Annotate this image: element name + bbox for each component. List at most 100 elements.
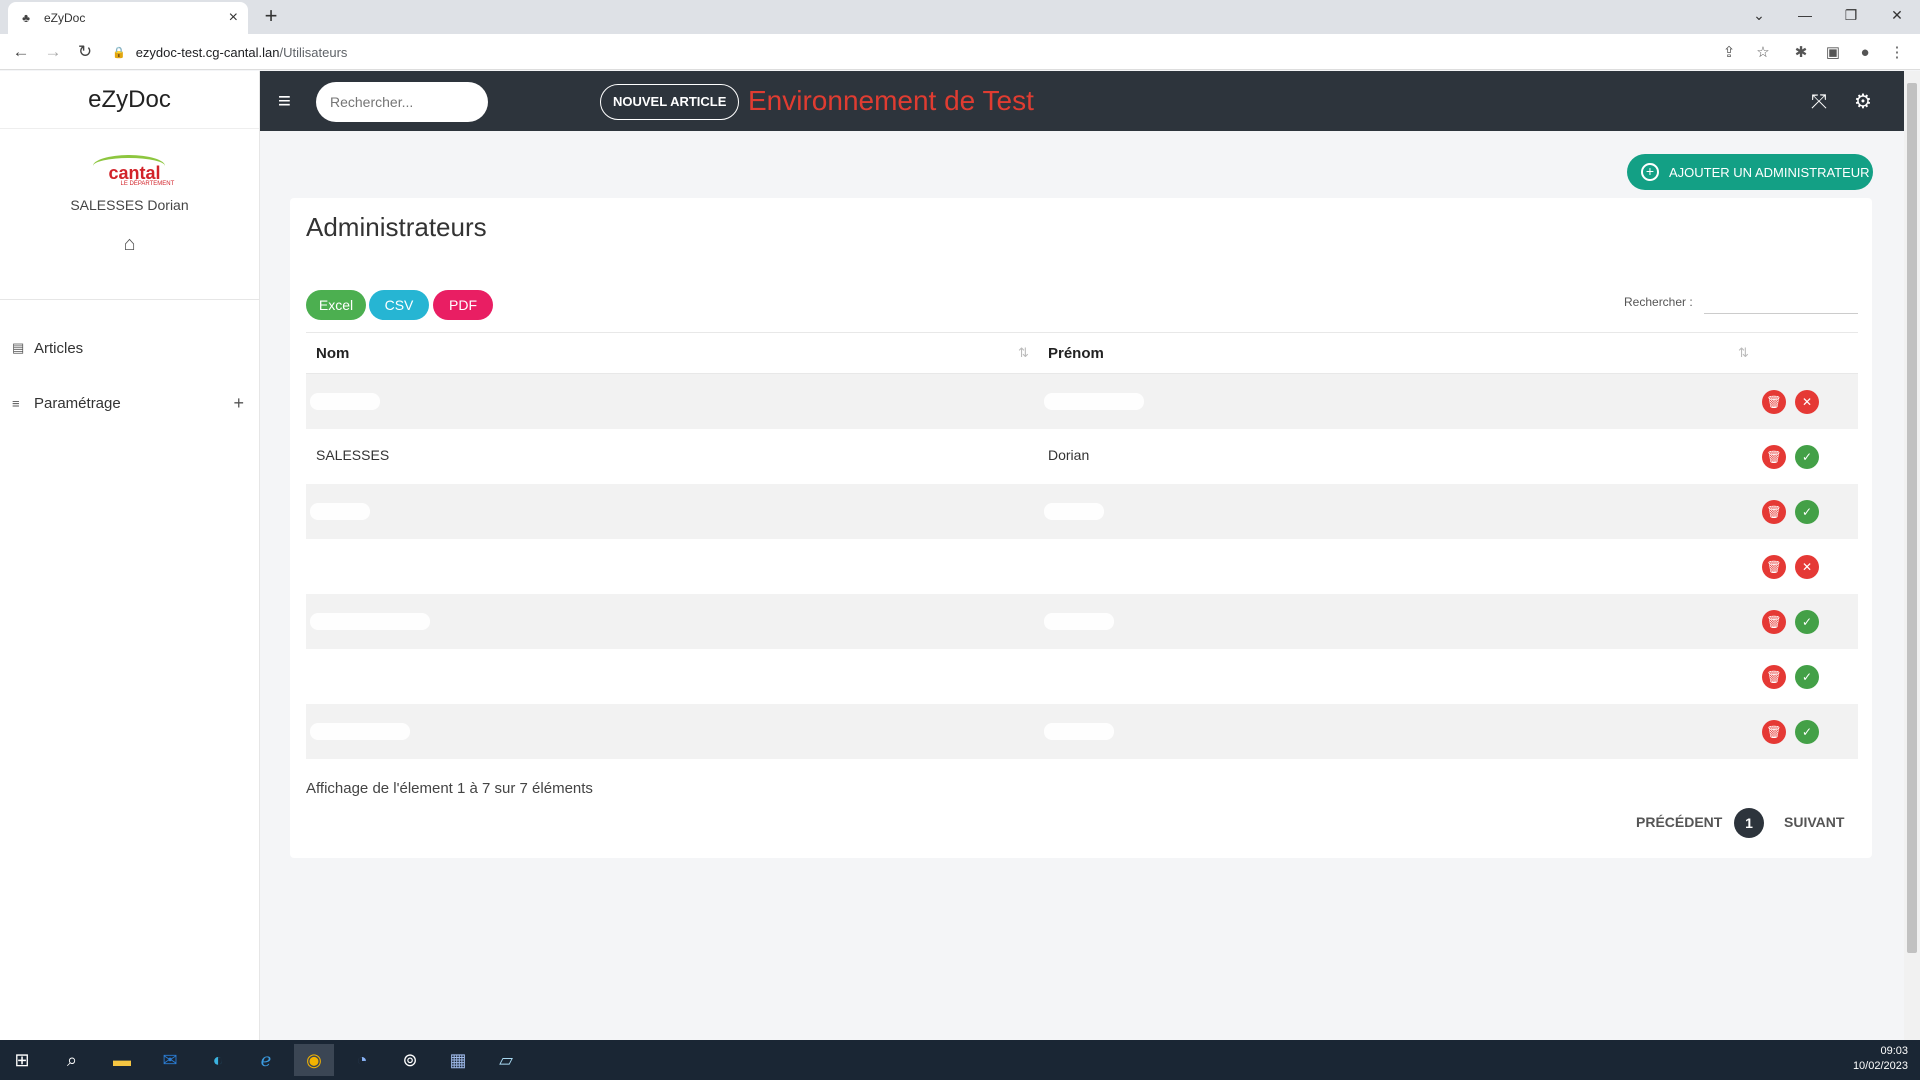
sidebar: eZyDoc cantal LE DÉPARTEMENT SALESSES Do…: [0, 71, 260, 1040]
keepass-lock-icon[interactable]: ⊚: [390, 1044, 430, 1076]
redacted-prenom: [1044, 723, 1114, 740]
plus-circle-icon: +: [1641, 163, 1659, 181]
forward-arrow-icon[interactable]: →: [40, 40, 66, 64]
close-window-button[interactable]: ✕: [1874, 0, 1920, 30]
clock-date: 10/02/2023: [1852, 1060, 1908, 1072]
tab-search-icon[interactable]: ⌄: [1736, 0, 1782, 30]
trash-icon[interactable]: 🗑: [1762, 390, 1786, 414]
cell-prenom: Dorian: [1048, 447, 1090, 463]
system-clock[interactable]: 09:03 10/02/2023: [1853, 1044, 1908, 1074]
windows-start-icon[interactable]: ⊞: [2, 1044, 42, 1076]
browser-tab[interactable]: ♣ eZyDoc ×: [8, 2, 248, 34]
url-field[interactable]: 🔒 ezydoc-test.cg-cantal.lan/Utilisateurs: [112, 39, 1772, 65]
sort-arrows-icon[interactable]: ⇅: [1738, 345, 1749, 361]
redacted-nom: [310, 668, 340, 685]
extensions-puzzle-icon[interactable]: ✱: [1790, 42, 1812, 64]
fullscreen-icon[interactable]: ⤧: [1806, 89, 1832, 115]
table-header: Nom ⇅ Prénom ⇅: [306, 332, 1858, 374]
app-brand[interactable]: eZyDoc: [0, 71, 259, 129]
table-search-input[interactable]: [1704, 286, 1858, 314]
check-circle-icon[interactable]: ✓: [1795, 610, 1819, 634]
environment-title: Environnement de Test: [748, 85, 1034, 116]
user-name: SALESSES Dorian: [70, 197, 189, 213]
chrome-icon[interactable]: ◉: [294, 1044, 334, 1076]
trash-icon[interactable]: 🗑: [1762, 720, 1786, 744]
column-header-nom[interactable]: Nom: [316, 345, 349, 362]
share-icon[interactable]: ⇪: [1718, 42, 1740, 64]
page-scrollbar[interactable]: [1904, 71, 1920, 1040]
edge-icon[interactable]: ◐: [198, 1044, 238, 1076]
reload-icon[interactable]: ↻: [72, 40, 98, 64]
redacted-prenom: [1044, 613, 1114, 630]
table-row: SALESSES Dorian 🗑 ✓: [306, 429, 1858, 484]
cross-circle-icon[interactable]: ✕: [1795, 390, 1819, 414]
cross-circle-icon[interactable]: ✕: [1795, 555, 1819, 579]
list-icon: ≡: [12, 395, 20, 411]
redacted-nom: [310, 393, 380, 410]
browser-menu-icon[interactable]: ⋮: [1886, 42, 1908, 64]
expand-plus-icon[interactable]: +: [233, 393, 244, 414]
pagination-next[interactable]: SUIVANT: [1784, 814, 1844, 830]
bookmark-star-icon[interactable]: ☆: [1752, 42, 1774, 64]
check-circle-icon[interactable]: ✓: [1795, 445, 1819, 469]
redacted-prenom: [1044, 503, 1104, 520]
export-pdf-button[interactable]: PDF: [433, 290, 493, 320]
table-info: Affichage de l'élement 1 à 7 sur 7 éléme…: [306, 780, 593, 797]
redacted-nom: [310, 613, 430, 630]
trash-icon[interactable]: 🗑: [1762, 500, 1786, 524]
internet-explorer-icon[interactable]: ℯ: [246, 1044, 286, 1076]
redacted-prenom: [1044, 668, 1104, 685]
trash-icon[interactable]: 🗑: [1762, 610, 1786, 634]
redacted-prenom: [1044, 558, 1064, 575]
page-title: Administrateurs: [306, 212, 487, 242]
sidebar-divider: [0, 299, 260, 300]
column-header-prenom[interactable]: Prénom: [1048, 345, 1104, 362]
gear-icon[interactable]: ⚙: [1850, 89, 1876, 115]
pagination-previous[interactable]: PRÉCÉDENT: [1636, 814, 1722, 830]
redacted-nom: [310, 503, 370, 520]
check-circle-icon[interactable]: ✓: [1795, 665, 1819, 689]
trash-icon[interactable]: 🗑: [1762, 555, 1786, 579]
back-arrow-icon[interactable]: ←: [8, 40, 34, 64]
side-panel-icon[interactable]: ▣: [1822, 42, 1844, 64]
close-tab-icon[interactable]: ×: [229, 9, 238, 27]
app-icon-2[interactable]: ▦: [438, 1044, 478, 1076]
clock-time: 09:03: [1880, 1045, 1908, 1057]
notepad-icon[interactable]: ▱: [486, 1044, 526, 1076]
export-csv-button[interactable]: CSV: [369, 290, 429, 320]
minimize-window-button[interactable]: —: [1782, 0, 1828, 30]
search-icon[interactable]: ⌕: [52, 1044, 92, 1076]
profile-avatar-icon[interactable]: ●: [1854, 42, 1876, 64]
check-circle-icon[interactable]: ✓: [1795, 720, 1819, 744]
app-icon-1[interactable]: ◔: [342, 1044, 382, 1076]
sidebar-item-parametrage[interactable]: ≡ Paramétrage +: [0, 383, 260, 423]
check-circle-icon[interactable]: ✓: [1795, 500, 1819, 524]
export-excel-button[interactable]: Excel: [306, 290, 366, 320]
file-explorer-icon[interactable]: ▬: [102, 1044, 142, 1076]
pagination-page-1[interactable]: 1: [1734, 808, 1764, 838]
table-row: 🗑 ✓: [306, 594, 1858, 649]
new-tab-button[interactable]: +: [258, 4, 284, 30]
logo-subtitle: LE DÉPARTEMENT: [120, 181, 175, 187]
add-administrator-label: AJOUTER UN ADMINISTRATEUR: [1669, 164, 1870, 180]
trash-icon[interactable]: 🗑: [1762, 665, 1786, 689]
sidebar-item-label: Paramétrage: [34, 394, 121, 412]
outlook-icon[interactable]: ✉: [150, 1044, 190, 1076]
restore-window-button[interactable]: ❐: [1828, 0, 1874, 30]
search-input[interactable]: [316, 82, 488, 122]
trash-icon[interactable]: 🗑: [1762, 445, 1786, 469]
table-row: 🗑 ✕: [306, 374, 1858, 429]
browser-address-bar: ← → ↻ 🔒 ezydoc-test.cg-cantal.lan/Utilis…: [0, 34, 1920, 70]
hamburger-menu-icon[interactable]: ≡: [278, 87, 300, 115]
scrollbar-thumb[interactable]: [1907, 83, 1917, 953]
tab-title: eZyDoc: [44, 11, 86, 25]
redacted-nom: [310, 723, 410, 740]
sidebar-item-label: Articles: [34, 339, 84, 357]
sidebar-item-articles[interactable]: ▤ Articles: [0, 328, 260, 368]
browser-tab-bar: ♣ eZyDoc × + ⌄ — ❐ ✕: [0, 0, 1920, 34]
add-administrator-button[interactable]: + AJOUTER UN ADMINISTRATEUR: [1627, 154, 1873, 190]
home-icon[interactable]: ⌂: [0, 233, 259, 256]
cantal-logo: cantal LE DÉPARTEMENT: [85, 153, 175, 189]
new-article-button[interactable]: NOUVEL ARTICLE: [600, 84, 740, 120]
sort-arrows-icon[interactable]: ⇅: [1018, 345, 1029, 361]
